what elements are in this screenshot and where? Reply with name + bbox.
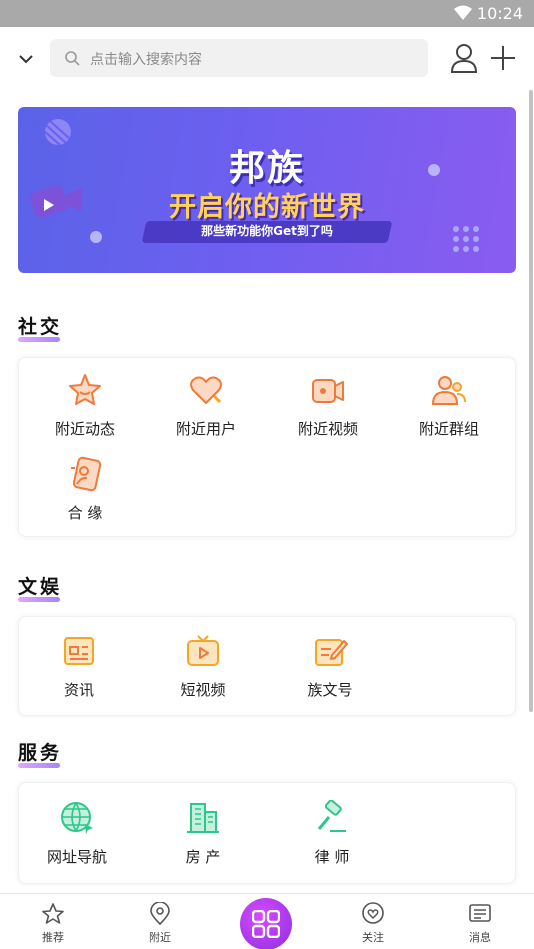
edit-note-icon [315,639,348,666]
grid-item-nearby-groups[interactable]: 附近群组 [389,372,509,439]
grid-item-label: 房 产 [185,848,221,866]
social-card: 附近动态 附近用户 附近视频 附近群组 合 缘 [18,357,516,537]
tv-play-icon [187,635,219,666]
grid-item-label: 资讯 [63,681,94,699]
gavel-icon [317,800,346,832]
nav-follow[interactable]: 关注 [343,902,403,945]
grid-item-label: 网址导航 [46,848,107,866]
wifi-icon [454,5,472,20]
services-card: 网址导航 房 产 律 师 [18,782,516,884]
grid-item-label: 短视频 [180,681,226,699]
grid-apps-icon [252,910,280,938]
star-outline-icon [42,903,64,924]
nav-label: 推荐 [42,931,64,944]
news-icon [64,637,94,665]
nav-label: 附近 [149,931,171,944]
grid-apps-button[interactable] [240,898,292,949]
bottom-nav: 推荐 附近 关注 消息 [0,893,534,949]
top-bar: 点击输入搜索内容 [0,27,534,89]
section-title-media-text: 文娱 [18,576,63,598]
grid-item-clan-account[interactable]: 族文号 [270,633,390,700]
building-icon [187,803,219,833]
grid-item-label: 附近视频 [297,420,358,438]
nav-label: 消息 [469,931,491,944]
star-face-icon [69,374,101,405]
status-time: 10:24 [476,4,523,23]
banner-subtitle: 开启你的新世界 [169,192,365,223]
message-icon [469,904,491,922]
grid-item-real-estate[interactable]: 房 产 [143,800,263,867]
nav-label: 关注 [362,931,384,944]
status-bar: 10:24 [0,0,534,27]
grid-item-label: 律 师 [314,848,350,866]
grid-item-label: 合 缘 [67,504,103,522]
globe-icon [61,802,93,834]
nav-recommend[interactable]: 推荐 [23,902,83,945]
promo-banner[interactable]: 邦族 开启你的新世界 那些新功能你Get到了吗 [18,107,516,273]
grid-item-label: 附近用户 [175,420,236,438]
video-camera-icon [312,379,344,403]
banner-title: 邦族 [228,148,305,189]
user-icon[interactable] [450,43,478,73]
section-title-social: 社交 [18,312,63,342]
location-pin-icon [150,902,170,926]
heart-pin-icon [362,902,384,924]
media-card: 资讯 短视频 族文号 [18,616,516,716]
grid-item-web-nav[interactable]: 网址导航 [17,800,137,867]
banner-tagline: 那些新功能你Get到了吗 [201,224,333,238]
grid-item-news[interactable]: 资讯 [19,633,139,700]
grid-item-label: 族文号 [307,681,353,699]
heart-icon [190,376,222,404]
section-title-services-text: 服务 [18,742,63,764]
couple-icon [71,456,102,492]
group-icon [431,376,466,405]
grid-item-nearby-posts[interactable]: 附近动态 [25,372,145,439]
grid-item-label: 附近动态 [54,420,115,438]
grid-item-label: 附近群组 [418,420,479,438]
section-title-services: 服务 [18,738,63,768]
decor-dot [90,231,102,243]
chevron-down-icon[interactable] [14,47,38,71]
grid-item-nearby-users[interactable]: 附近用户 [146,372,266,439]
grid-item-short-video[interactable]: 短视频 [143,633,263,700]
search-input[interactable]: 点击输入搜索内容 [50,39,428,77]
search-icon [65,51,80,66]
nav-nearby[interactable]: 附近 [130,902,190,945]
scrollbar[interactable] [529,90,533,712]
add-icon[interactable] [490,45,516,71]
section-title-social-text: 社交 [18,316,63,338]
grid-item-lawyer[interactable]: 律 师 [272,800,392,867]
nav-messages[interactable]: 消息 [450,902,510,945]
grid-item-nearby-videos[interactable]: 附近视频 [268,372,388,439]
section-title-media: 文娱 [18,572,63,602]
search-placeholder: 点击输入搜索内容 [90,52,202,68]
grid-item-match[interactable]: 合 缘 [25,456,145,523]
